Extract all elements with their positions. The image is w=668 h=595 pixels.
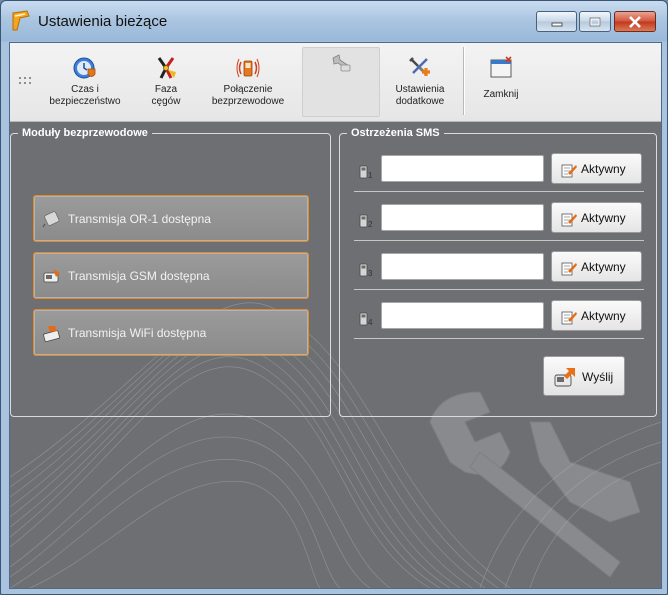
gsm-phone-icon bbox=[43, 269, 60, 283]
phone-number-digit: 3 bbox=[368, 269, 373, 277]
module-or1-label: Transmisja OR-1 dostępna bbox=[68, 212, 211, 226]
toolbar-grip[interactable] bbox=[19, 77, 35, 87]
send-label: Wyślij bbox=[582, 370, 614, 384]
sms-row-4: 4 Aktywny bbox=[354, 300, 644, 340]
phone-number-digit: 4 bbox=[368, 318, 373, 326]
minimize-button[interactable] bbox=[536, 11, 577, 32]
phone-number-4-icon: 4 bbox=[359, 312, 373, 326]
activate-4-label: Aktywny bbox=[581, 309, 626, 323]
toolbar: Czas i bezpieczeństwo Faza cęgów Połącze… bbox=[10, 43, 661, 122]
sms-warnings-group: Ostrzeżenia SMS 1 Aktywny 2 Aktywny 3 Ak… bbox=[339, 126, 657, 417]
maximize-button[interactable] bbox=[579, 11, 611, 32]
toolbar-separator bbox=[463, 47, 464, 115]
module-gsm-button[interactable]: Transmisja GSM dostępna bbox=[33, 252, 309, 299]
wireless-modules-label: Moduły bezprzewodowe bbox=[18, 126, 152, 140]
phone-number-1-icon: 1 bbox=[359, 165, 373, 179]
send-sms-icon bbox=[554, 368, 575, 387]
phone-number-3-input[interactable] bbox=[381, 253, 544, 280]
phone-number-digit: 2 bbox=[368, 220, 373, 228]
toolbar-label-wireless: Połączenie bezprzewodowe bbox=[211, 84, 285, 107]
phone-number-4-input[interactable] bbox=[381, 302, 544, 329]
activate-4-button[interactable]: Aktywny bbox=[551, 300, 642, 331]
activate-3-label: Aktywny bbox=[581, 260, 626, 274]
toolbar-label-pliers-phase: Faza cęgów bbox=[151, 84, 181, 107]
app-logo-icon bbox=[12, 10, 30, 31]
toolbar-label-time-security: Czas i bezpieczeństwo bbox=[49, 84, 121, 107]
minimize-icon bbox=[537, 12, 576, 31]
tools-settings-button[interactable] bbox=[302, 47, 380, 117]
maximize-icon bbox=[580, 12, 610, 31]
close-icon bbox=[615, 12, 655, 31]
wireless-signal-icon bbox=[236, 58, 260, 78]
row-divider bbox=[354, 289, 644, 290]
wireless-modules-group: Moduły bezprzewodowe Transmisja OR-1 dos… bbox=[10, 126, 331, 417]
module-gsm-label: Transmisja GSM dostępna bbox=[68, 269, 210, 283]
module-or1-button[interactable]: Transmisja OR-1 dostępna bbox=[33, 195, 309, 242]
edit-check-icon bbox=[561, 164, 577, 178]
module-wifi-button[interactable]: Transmisja WiFi dostępna bbox=[33, 309, 309, 356]
phone-number-2-icon: 2 bbox=[359, 214, 373, 228]
sms-warnings-label: Ostrzeżenia SMS bbox=[347, 126, 444, 140]
wireless-connection-button[interactable]: Połączenie bezprzewodowe bbox=[206, 47, 290, 117]
activate-2-button[interactable]: Aktywny bbox=[551, 202, 642, 233]
close-button[interactable] bbox=[614, 11, 656, 32]
row-divider bbox=[354, 338, 644, 339]
activate-1-button[interactable]: Aktywny bbox=[551, 153, 642, 184]
pliers-icon bbox=[157, 57, 176, 79]
sms-row-3: 3 Aktywny bbox=[354, 251, 644, 291]
send-button[interactable]: Wyślij bbox=[543, 356, 625, 396]
phone-number-digit: 1 bbox=[368, 171, 373, 179]
or1-transmitter-icon bbox=[42, 211, 60, 228]
clock-shield-icon bbox=[73, 57, 96, 79]
edit-check-icon bbox=[561, 213, 577, 227]
tools-plus-icon bbox=[409, 57, 430, 76]
close-window-toolbar-button[interactable]: Zamknij bbox=[472, 47, 530, 117]
activate-3-button[interactable]: Aktywny bbox=[551, 251, 642, 282]
sms-row-2: 2 Aktywny bbox=[354, 202, 644, 242]
row-divider bbox=[354, 240, 644, 241]
wifi-module-icon bbox=[43, 326, 60, 342]
window-title: Ustawienia bieżące bbox=[38, 13, 168, 30]
activate-2-label: Aktywny bbox=[581, 211, 626, 225]
settings-window: Ustawienia bieżące Czas i bezpieczeństwo… bbox=[0, 0, 668, 595]
edit-check-icon bbox=[561, 262, 577, 276]
module-wifi-label: Transmisja WiFi dostępna bbox=[68, 326, 207, 340]
sms-row-1: 1 Aktywny bbox=[354, 153, 644, 193]
client-area: Czas i bezpieczeństwo Faza cęgów Połącze… bbox=[9, 42, 662, 589]
phone-number-3-icon: 3 bbox=[359, 263, 373, 277]
edit-check-icon bbox=[561, 311, 577, 325]
toolbar-label-close: Zamknij bbox=[483, 89, 519, 100]
time-security-button[interactable]: Czas i bezpieczeństwo bbox=[46, 47, 124, 117]
additional-settings-button[interactable]: Ustawienia dodatkowe bbox=[384, 47, 456, 117]
phone-number-1-input[interactable] bbox=[381, 155, 544, 182]
window-close-icon bbox=[490, 56, 512, 78]
pliers-phase-button[interactable]: Faza cęgów bbox=[134, 47, 198, 117]
row-divider bbox=[354, 191, 644, 192]
title-bar[interactable]: Ustawienia bieżące bbox=[1, 1, 667, 43]
activate-1-label: Aktywny bbox=[581, 162, 626, 176]
phone-number-2-input[interactable] bbox=[381, 204, 544, 231]
toolbar-label-additional: Ustawienia dodatkowe bbox=[395, 84, 445, 107]
wrench-tool-icon bbox=[332, 54, 351, 72]
